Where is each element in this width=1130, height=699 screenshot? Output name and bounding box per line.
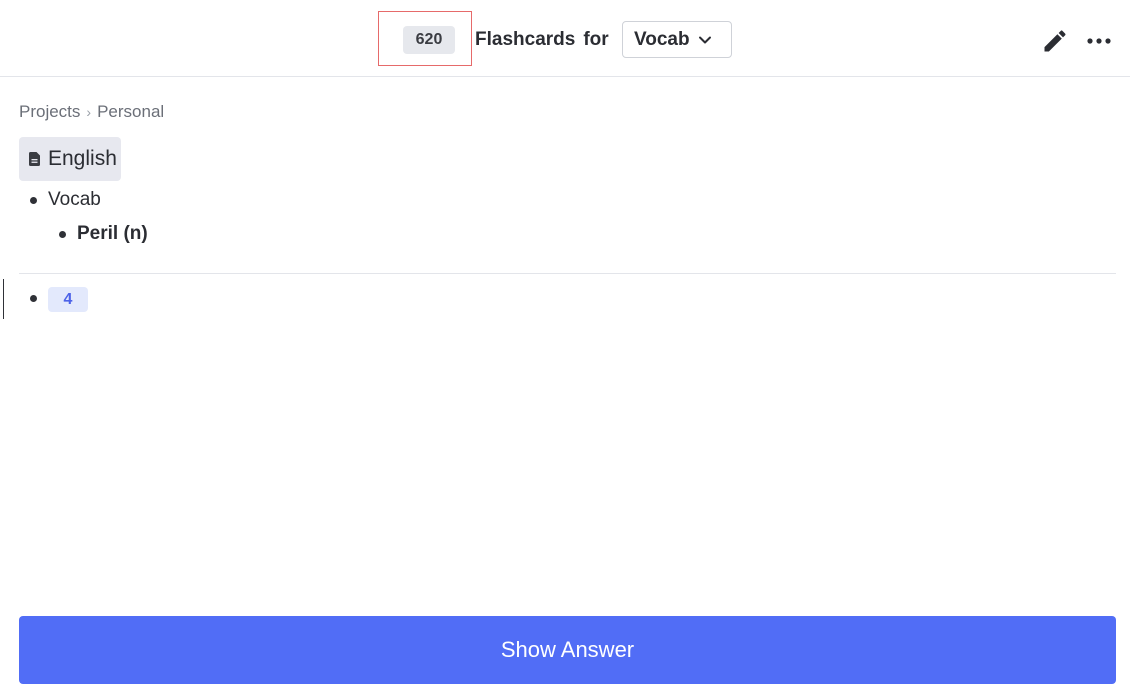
outline-item-vocab[interactable]: Vocab [48, 189, 101, 211]
chevron-down-icon [698, 33, 712, 47]
bullet-dot[interactable] [30, 295, 37, 302]
card-count-badge[interactable]: 620 [403, 26, 455, 54]
document-icon [29, 152, 41, 166]
breadcrumb-item-personal[interactable]: Personal [97, 102, 164, 121]
breadcrumb-item-projects[interactable]: Projects [19, 102, 80, 121]
bullet-dot[interactable] [30, 197, 37, 204]
header-bar: 620 Flashcards for Vocab [0, 0, 1130, 77]
text-cursor [3, 279, 4, 319]
page-title: Flashcards for [475, 29, 609, 51]
breadcrumb-separator: › [86, 104, 92, 120]
flashcards-app: 620 Flashcards for Vocab Projects › Persona… [0, 0, 1130, 699]
flashcard-question[interactable]: Peril (n) [77, 223, 148, 245]
answer-count-badge[interactable]: 4 [48, 287, 88, 312]
page-title-english: English [48, 147, 117, 170]
page-link-english[interactable]: English [19, 137, 121, 181]
more-horizontal-icon[interactable] [1086, 29, 1114, 53]
deck-select[interactable]: Vocab [622, 21, 732, 58]
pencil-icon[interactable] [1041, 27, 1069, 55]
bullet-dot[interactable] [59, 231, 66, 238]
divider [19, 273, 1116, 274]
for-label: for [583, 29, 609, 50]
breadcrumb: Projects › Personal [19, 102, 164, 122]
show-answer-button[interactable]: Show Answer [19, 616, 1116, 684]
deck-select-value: Vocab [634, 28, 690, 50]
title-text: Flashcards [475, 29, 576, 50]
